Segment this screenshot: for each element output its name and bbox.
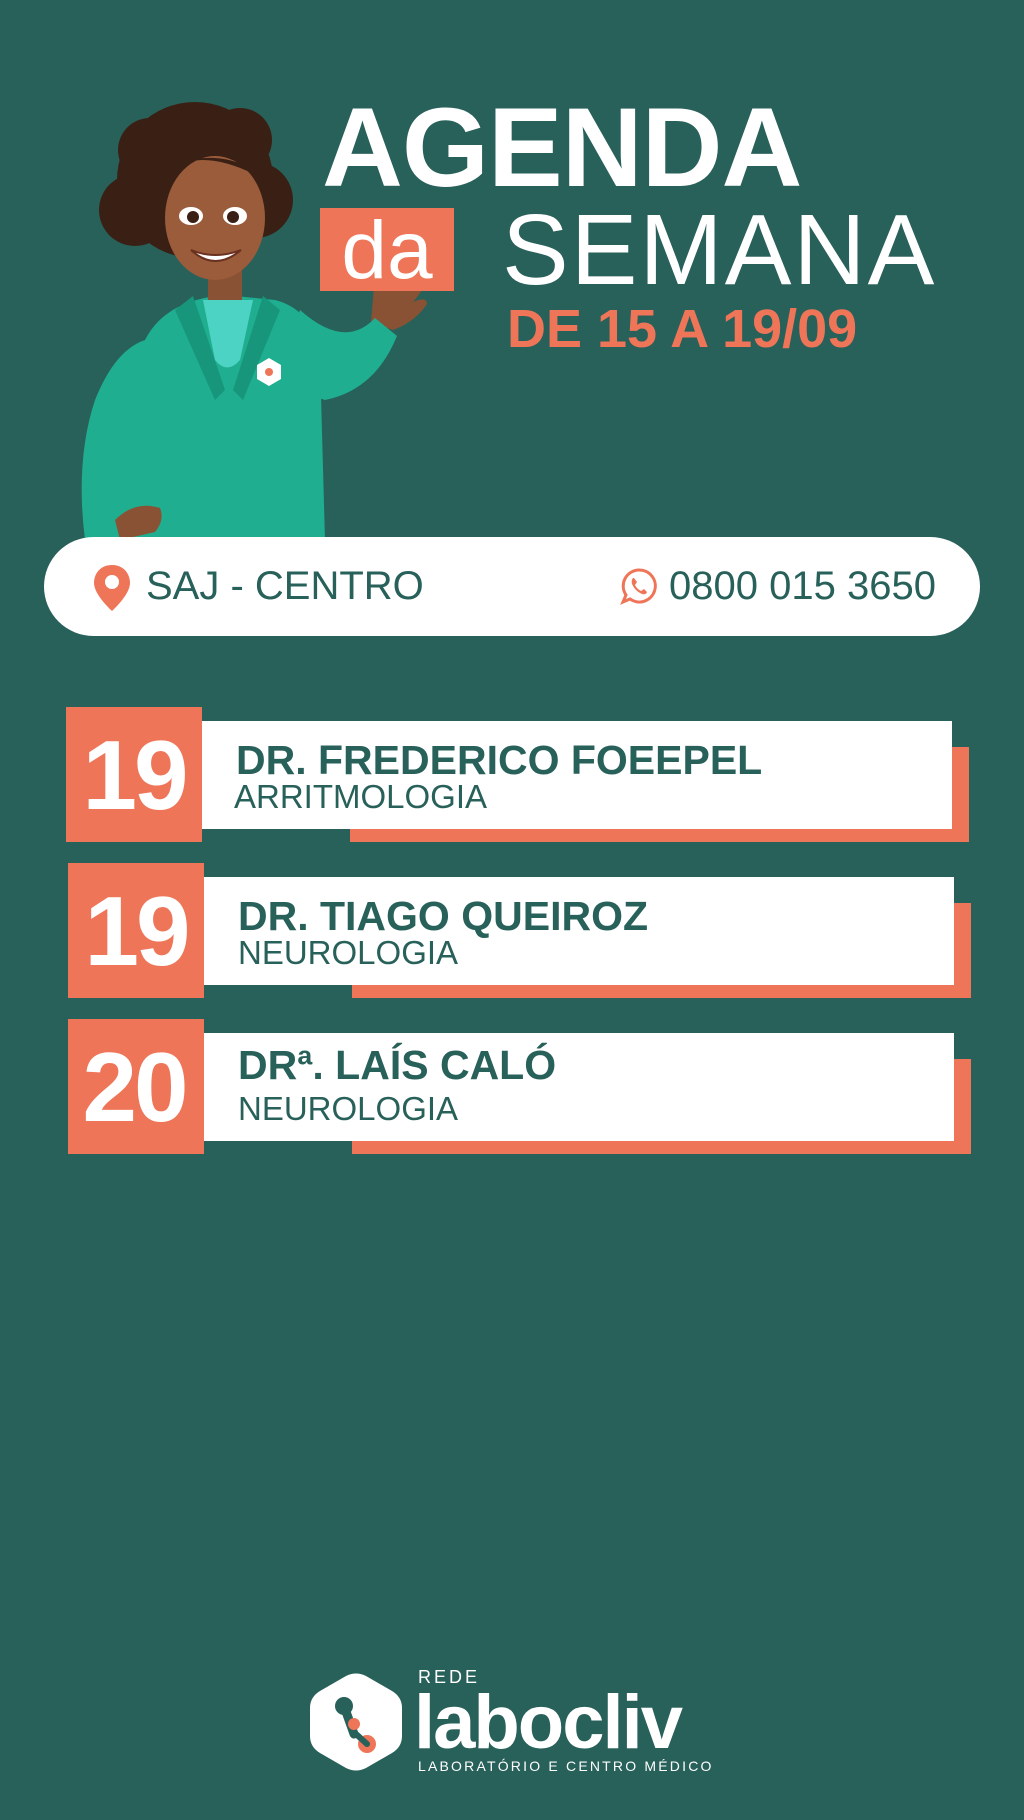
day-number: 19 bbox=[84, 876, 190, 986]
day-number: 19 bbox=[82, 720, 188, 830]
schedule-entry: 20 DRª. LAÍS CALÓ NEUROLOGIA bbox=[0, 1019, 1024, 1159]
location-pin-icon bbox=[94, 565, 130, 611]
doctor-name: DR. TIAGO QUEIROZ bbox=[238, 893, 648, 939]
page-title: AGENDA bbox=[322, 85, 802, 210]
doctor-name: DRª. LAÍS CALÓ bbox=[238, 1042, 557, 1088]
phone-number[interactable]: 0800 015 3650 bbox=[669, 564, 936, 608]
date-range: DE 15 A 19/09 bbox=[507, 299, 858, 359]
whatsapp-icon bbox=[620, 568, 657, 605]
doctor-specialty: NEUROLOGIA bbox=[238, 1090, 459, 1127]
title-connector: da bbox=[341, 205, 433, 296]
labocliv-logo-icon bbox=[310, 1673, 402, 1771]
brand-tagline: LABORATÓRIO E CENTRO MÉDICO bbox=[418, 1758, 714, 1774]
page-subtitle: SEMANA bbox=[502, 194, 937, 306]
doctor-name: DR. FREDERICO FOEEPEL bbox=[236, 737, 763, 783]
day-number: 20 bbox=[82, 1032, 188, 1142]
doctor-specialty: NEUROLOGIA bbox=[238, 934, 459, 971]
location-label: SAJ - CENTRO bbox=[146, 564, 424, 608]
schedule-entry: 19 DR. TIAGO QUEIROZ NEUROLOGIA bbox=[0, 863, 1024, 1003]
schedule-entry: 19 DR. FREDERICO FOEEPEL ARRITMOLOGIA bbox=[0, 707, 1024, 847]
doctor-specialty: ARRITMOLOGIA bbox=[234, 778, 488, 815]
brand-name: labocliv bbox=[414, 1680, 683, 1765]
